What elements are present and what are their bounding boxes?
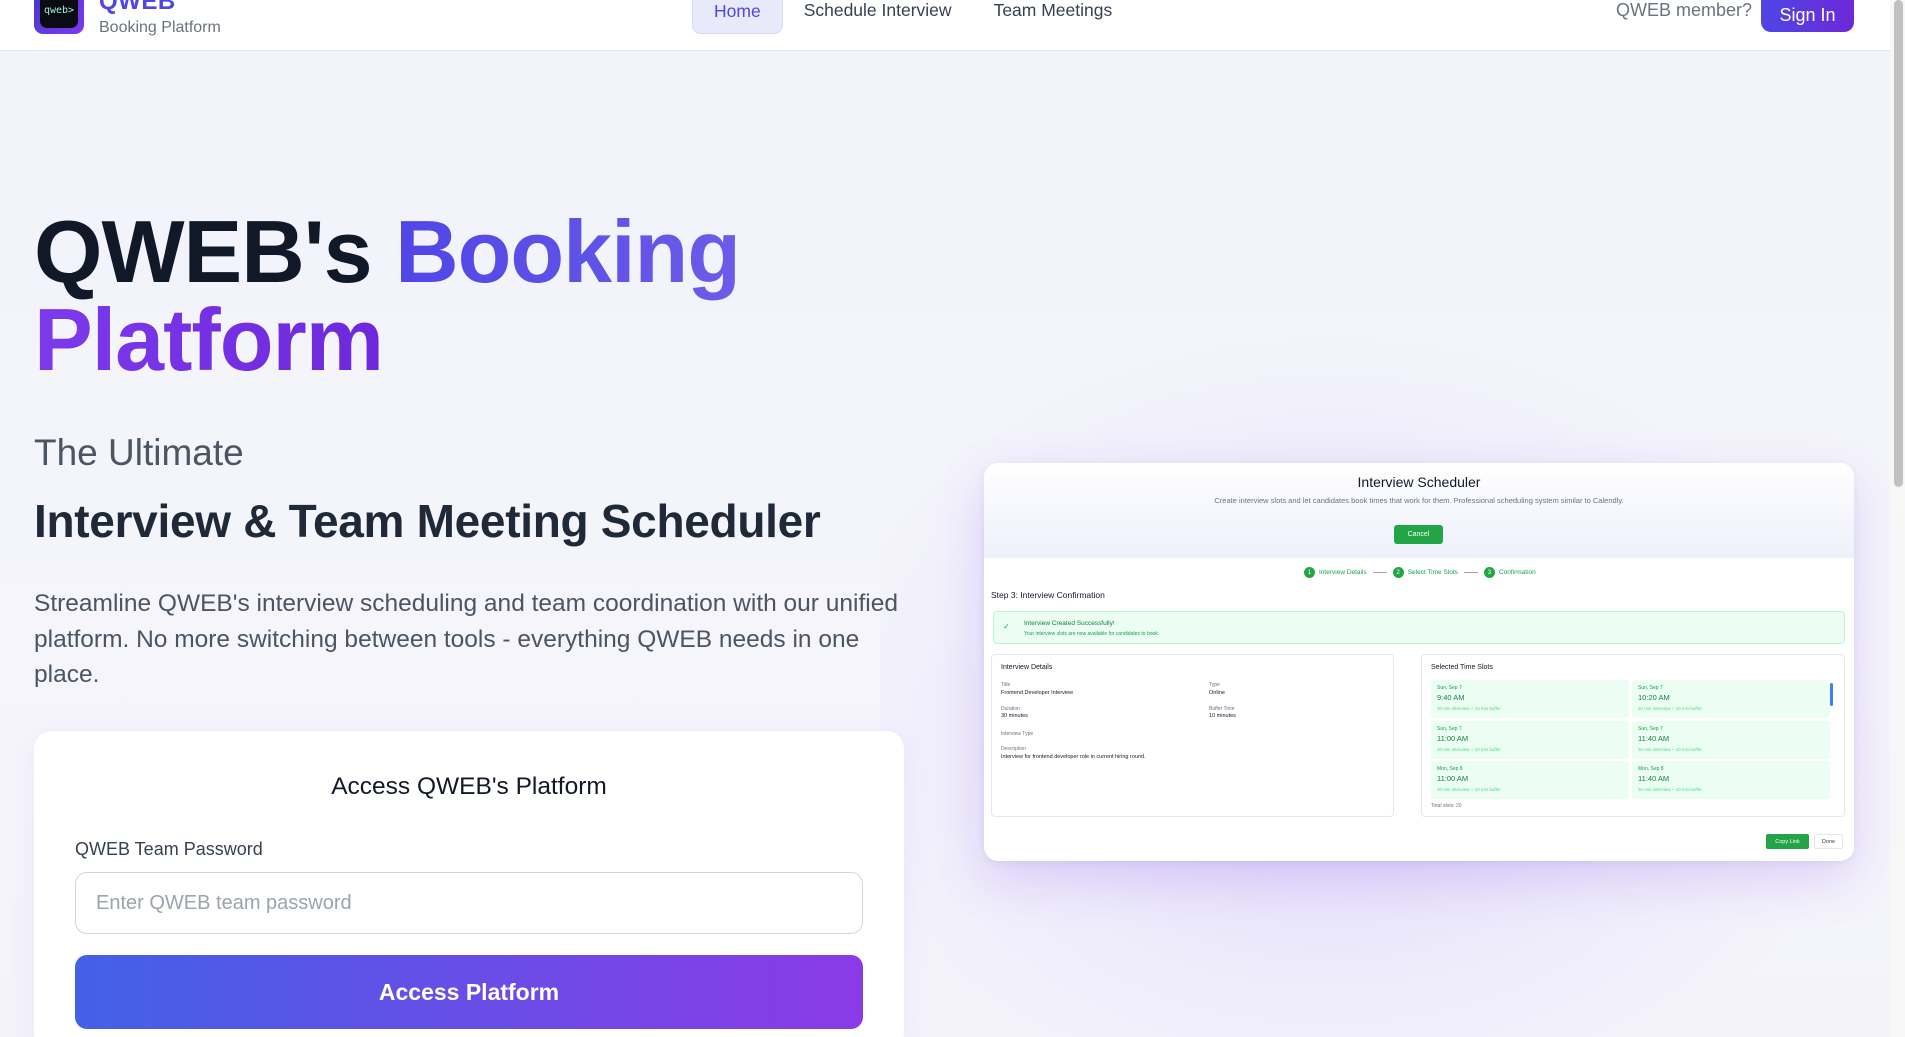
preview-copy-link-button: Copy Link [1766, 834, 1809, 849]
hero-subtitle-bold: Interview & Team Meeting Scheduler [34, 495, 821, 547]
check-icon: ✓ [1003, 622, 1010, 631]
preview-slots-card: Selected Time Slots Sun, Sep 7 9:40 AM 3… [1421, 654, 1845, 817]
brand-name[interactable]: QWEB [99, 0, 176, 14]
nav-home[interactable]: Home [692, 0, 783, 34]
step-number: 1 [1304, 567, 1315, 578]
hero-description: Streamline QWEB's interview scheduling a… [34, 590, 898, 688]
slot-time: 9:40 AM [1437, 693, 1465, 702]
preview-subtitle: Create interview slots and let candidate… [1214, 496, 1624, 505]
slot-time: 11:00 AM [1437, 734, 1469, 743]
time-slot: Mon, Sep 8 11:00 AM 30 min interview + 1… [1431, 761, 1629, 799]
field-label: Description [1001, 746, 1027, 752]
page-scrollbar[interactable] [1890, 0, 1905, 1037]
field-label: Type [1209, 682, 1220, 688]
field-value: Online [1209, 690, 1225, 696]
preview-stepper: 1 Interview Details 2 Select Time Slots … [1304, 567, 1536, 578]
password-label: QWEB Team Password [75, 839, 263, 859]
slot-meta: 30 min interview + 10 min buffer [1638, 787, 1702, 792]
scheduler-preview: Interview Scheduler Create interview slo… [984, 463, 1854, 861]
slot-date: Sun, Sep 7 [1638, 726, 1663, 732]
field-value: 10 minutes [1209, 713, 1236, 719]
slot-time: 11:40 AM [1638, 734, 1670, 743]
time-slot: Mon, Sep 8 11:40 AM 30 min interview + 1… [1632, 761, 1830, 799]
field-label: Duration [1001, 706, 1020, 712]
slots-scrollbar [1830, 683, 1833, 706]
slot-meta: 30 min interview + 10 min buffer [1437, 747, 1501, 752]
slot-date: Mon, Sep 8 [1437, 766, 1463, 772]
details-heading: Interview Details [1001, 664, 1053, 671]
step-number: 3 [1483, 567, 1495, 578]
slot-time: 11:40 AM [1638, 774, 1670, 783]
hero-subtitle-light: The Ultimate [34, 432, 244, 473]
top-navbar: qweb> QWEB Booking Platform Home Schedul… [0, 0, 1890, 51]
slot-date: Sun, Sep 7 [1638, 685, 1663, 691]
preview-details-card: Interview Details Title Frontend Develop… [991, 654, 1394, 817]
preview-success-alert: ✓ Interview Created Successfully! Your i… [993, 611, 1845, 644]
access-card: Access QWEB's Platform QWEB Team Passwor… [34, 731, 904, 1037]
slot-meta: 30 min interview + 10 min buffer [1437, 787, 1501, 792]
slot-meta: 30 min interview + 10 min buffer [1437, 706, 1501, 711]
access-platform-button[interactable]: Access Platform [75, 955, 863, 1029]
preview-step: 3 Confirmation [1483, 567, 1536, 578]
time-slot: Sun, Sep 7 9:40 AM 30 min interview + 10… [1431, 680, 1629, 718]
brand-logo[interactable]: qweb> [34, 0, 84, 34]
time-slot: Sun, Sep 7 11:40 AM 30 min interview + 1… [1632, 721, 1830, 759]
hero-title: QWEB's Booking Platform [34, 208, 934, 384]
field-label: Buffer Time [1209, 706, 1235, 712]
success-title: Interview Created Successfully! [1024, 620, 1115, 627]
access-card-title: Access QWEB's Platform [331, 773, 607, 800]
preview-step: 2 Select Time Slots [1392, 567, 1458, 578]
sign-in-button[interactable]: Sign In [1761, 0, 1854, 32]
field-value: Interview for frontend developer role in… [1001, 754, 1146, 760]
preview-step-heading: Step 3: Interview Confirmation [991, 590, 1105, 600]
password-input[interactable] [75, 872, 863, 934]
field-label: Interview Type [1001, 731, 1034, 737]
slot-time: 11:00 AM [1437, 774, 1469, 783]
slot-meta: 30 min interview + 10 min buffer [1638, 747, 1702, 752]
step-label: Select Time Slots [1407, 569, 1458, 576]
hero-title-part3: Platform [34, 290, 384, 389]
step-label: Confirmation [1498, 569, 1536, 576]
scrollbar-thumb[interactable] [1894, 0, 1903, 487]
slots-heading: Selected Time Slots [1431, 664, 1493, 671]
preview-cancel-button: Cancel [1394, 525, 1443, 544]
step-connector [1463, 572, 1478, 573]
nav-schedule-interview[interactable]: Schedule Interview [783, 0, 973, 34]
nav-team-meetings[interactable]: Team Meetings [973, 0, 1134, 34]
field-value: Frontend Developer Interview [1001, 690, 1074, 696]
field-label: Title [1001, 682, 1011, 688]
slot-date: Sun, Sep 7 [1437, 685, 1462, 691]
slots-total: Total slots: 20 [1431, 803, 1462, 809]
slot-date: Mon, Sep 8 [1638, 766, 1664, 772]
preview-title: Interview Scheduler [1357, 474, 1481, 490]
preview-done-button: Done [1814, 834, 1843, 849]
time-slot: Sun, Sep 7 11:00 AM 30 min interview + 1… [1431, 721, 1629, 759]
logo-icon: qweb> [40, 0, 78, 28]
hero-title-part2: Booking [395, 202, 741, 301]
member-prompt: QWEB member? [1616, 0, 1753, 20]
main-nav: Home Schedule Interview Team Meetings [692, 0, 1133, 34]
success-description: Your interview slots are now available f… [1024, 631, 1160, 637]
step-label: Interview Details [1319, 569, 1367, 576]
step-connector [1372, 572, 1387, 573]
brand-subtitle: Booking Platform [99, 19, 221, 36]
step-number: 2 [1392, 567, 1404, 578]
time-slot: Sun, Sep 7 10:20 AM 30 min interview + 1… [1632, 680, 1830, 718]
slot-time: 10:20 AM [1638, 693, 1670, 702]
slot-meta: 30 min interview + 10 min buffer [1638, 706, 1702, 711]
slot-date: Sun, Sep 7 [1437, 726, 1462, 732]
hero-title-part1: QWEB's [34, 202, 373, 301]
preview-step: 1 Interview Details [1304, 567, 1367, 578]
field-value: 30 minutes [1001, 713, 1028, 719]
